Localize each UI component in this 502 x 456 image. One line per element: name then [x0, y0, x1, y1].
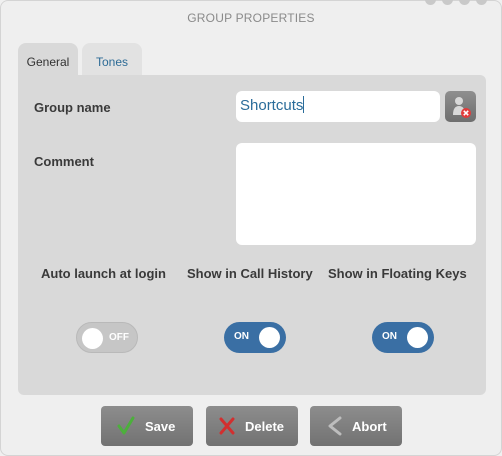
floating-keys-toggle[interactable]: ON [372, 322, 434, 353]
call-history-label: Show in Call History [187, 266, 313, 281]
toggle-knob [82, 328, 103, 349]
text-caret [303, 96, 305, 113]
toggle-state: ON [234, 331, 249, 342]
window-controls [425, 0, 487, 5]
delete-label: Delete [245, 419, 285, 434]
window-dot[interactable] [425, 0, 436, 5]
general-panel: Group name Shortcuts Comment Auto launch… [18, 75, 486, 395]
call-history-toggle[interactable]: ON [224, 322, 286, 353]
auto-launch-label: Auto launch at login [41, 266, 166, 281]
floating-keys-label: Show in Floating Keys [328, 266, 467, 281]
comment-label: Comment [34, 154, 94, 169]
user-remove-icon [453, 97, 471, 118]
abort-label: Abort [352, 419, 387, 434]
auto-launch-toggle[interactable]: OFF [76, 322, 138, 353]
window-dot[interactable] [476, 0, 487, 5]
clear-name-button[interactable] [445, 91, 476, 122]
group-name-label: Group name [34, 100, 111, 115]
close-icon [219, 417, 235, 435]
check-icon [117, 416, 135, 435]
toggle-state: OFF [109, 332, 129, 343]
tab-bar: General Tones [18, 43, 146, 76]
tab-tones[interactable]: Tones [82, 43, 142, 75]
window-dot[interactable] [442, 0, 453, 5]
window-dot[interactable] [459, 0, 470, 5]
toggle-state: ON [382, 331, 397, 342]
dialog-title: GROUP PROPERTIES [187, 11, 315, 25]
group-name-input[interactable]: Shortcuts [236, 91, 440, 122]
save-label: Save [145, 419, 176, 434]
group-name-value: Shortcuts [240, 97, 304, 114]
save-button[interactable]: Save [101, 406, 193, 446]
abort-button[interactable]: Abort [310, 406, 402, 446]
tab-general[interactable]: General [18, 43, 78, 76]
group-properties-dialog: GROUP PROPERTIES General Tones Group nam… [0, 0, 502, 456]
chevron-left-icon [328, 416, 342, 436]
toggle-knob [407, 327, 428, 348]
comment-textarea[interactable] [236, 143, 476, 245]
delete-button[interactable]: Delete [206, 406, 298, 446]
toggle-knob [259, 327, 280, 348]
